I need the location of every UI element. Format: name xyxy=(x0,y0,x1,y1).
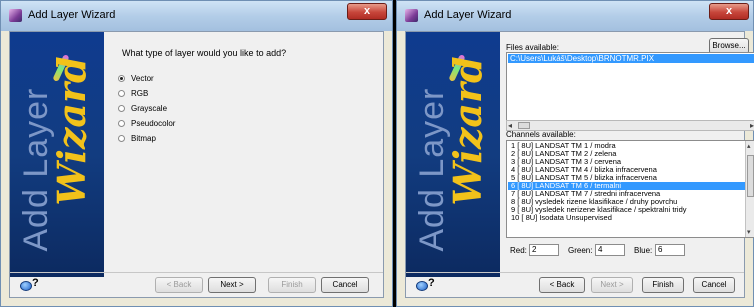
channel-item[interactable]: 10 [ 8U] Isodata Unsupervised xyxy=(508,214,745,222)
channel-item[interactable]: 5 [ 8U] LANDSAT TM 5 / blizka infracerve… xyxy=(508,174,745,182)
channel-item[interactable]: 2 [ 8U] LANDSAT TM 2 / zelena xyxy=(508,150,745,158)
channel-item-selected[interactable]: 6 [ 8U] LANDSAT TM 6 / termalni xyxy=(508,182,745,190)
radio-button[interactable] xyxy=(118,135,125,142)
dialog-client-area: Add Layer Wizard What type of layer woul… xyxy=(9,31,384,298)
button-bar: ? < Back Next > Finish Cancel xyxy=(406,272,744,297)
radio-label: Bitmap xyxy=(131,134,156,143)
blue-label: Blue: xyxy=(634,246,653,255)
files-listbox[interactable]: C:\Users\Lukáš\Desktop\BRNOTMR.PIX xyxy=(506,52,754,126)
scroll-right-icon[interactable]: ▸ xyxy=(750,121,754,130)
green-label: Green: xyxy=(568,246,593,255)
wizard-side-banner: Add Layer Wizard xyxy=(10,32,104,277)
radio-button[interactable] xyxy=(118,75,125,82)
next-button[interactable]: Next > xyxy=(208,277,256,293)
back-button[interactable]: < Back xyxy=(155,277,203,293)
channels-vertical-scrollbar[interactable]: ▴ ▾ xyxy=(745,141,754,237)
green-input[interactable]: 4 xyxy=(595,244,625,256)
radio-button[interactable] xyxy=(118,120,125,127)
button-bar: ? < Back Next > Finish Cancel xyxy=(10,272,383,297)
channel-item[interactable]: 7 [ 8U] LANDSAT TM 7 / stredni infracerv… xyxy=(508,190,745,198)
wizard-side-banner: Add Layer Wizard xyxy=(406,32,500,277)
app-icon xyxy=(9,9,22,22)
radio-pseudocolor[interactable]: Pseudocolor xyxy=(118,119,175,128)
help-mark: ? xyxy=(32,277,39,289)
files-available-label: Files available: xyxy=(506,43,559,52)
close-button[interactable]: x xyxy=(347,3,387,20)
scroll-up-icon[interactable]: ▴ xyxy=(747,142,751,150)
radio-label: RGB xyxy=(131,89,149,98)
red-input[interactable]: 2 xyxy=(529,244,559,256)
help-mark: ? xyxy=(428,277,435,289)
channel-item[interactable]: 8 [ 8U] vysledek rizene klasifikace / dr… xyxy=(508,198,745,206)
close-button[interactable]: x xyxy=(709,3,749,20)
banner-text: Add Layer Wizard xyxy=(17,56,94,252)
blue-input[interactable]: 6 xyxy=(655,244,685,256)
channels-listbox[interactable]: 1 [ 8U] LANDSAT TM 1 / modra 2 [ 8U] LAN… xyxy=(506,140,754,238)
channel-item[interactable]: 9 [ 8U] vysledek nerizene klasifikace / … xyxy=(508,206,745,214)
radio-label: Vector xyxy=(131,74,154,83)
next-button[interactable]: Next > xyxy=(591,277,633,293)
radio-button[interactable] xyxy=(118,90,125,97)
radio-grayscale[interactable]: Grayscale xyxy=(118,104,167,113)
cancel-button[interactable]: Cancel xyxy=(321,277,369,293)
radio-vector[interactable]: Vector xyxy=(118,74,154,83)
radio-rgb[interactable]: RGB xyxy=(118,89,148,98)
radio-label: Pseudocolor xyxy=(131,119,176,128)
scroll-down-icon[interactable]: ▾ xyxy=(747,228,751,236)
help-ball-icon xyxy=(416,281,428,291)
channel-item[interactable]: 4 [ 8U] LANDSAT TM 4 / blizka infracerve… xyxy=(508,166,745,174)
window-title: Add Layer Wizard xyxy=(28,9,116,21)
help-icon[interactable]: ? xyxy=(416,277,438,293)
window-title: Add Layer Wizard xyxy=(424,9,512,21)
channels-available-label: Channels available: xyxy=(506,130,576,139)
banner-text: Add Layer Wizard xyxy=(413,56,490,252)
add-layer-wizard-dialog-right: Add Layer Wizard x Add Layer Wizard File… xyxy=(396,0,754,307)
radio-bitmap[interactable]: Bitmap xyxy=(118,134,156,143)
back-button[interactable]: < Back xyxy=(539,277,585,293)
channel-item[interactable]: 1 [ 8U] LANDSAT TM 1 / modra xyxy=(508,142,745,150)
scroll-thumb[interactable] xyxy=(747,155,754,197)
add-layer-wizard-dialog-left: Add Layer Wizard x Add Layer Wizard What… xyxy=(0,0,393,307)
scroll-left-icon[interactable]: ◂ xyxy=(508,121,512,130)
red-label: Red: xyxy=(510,246,527,255)
app-icon xyxy=(405,9,418,22)
help-ball-icon xyxy=(20,281,32,291)
finish-button[interactable]: Finish xyxy=(642,277,684,293)
title-bar[interactable]: Add Layer Wizard x xyxy=(1,1,392,31)
radio-label: Grayscale xyxy=(131,104,168,113)
help-icon[interactable]: ? xyxy=(20,277,42,293)
title-bar[interactable]: Add Layer Wizard x xyxy=(397,1,753,31)
file-item-selected[interactable]: C:\Users\Lukáš\Desktop\BRNOTMR.PIX xyxy=(508,54,754,63)
scroll-thumb[interactable] xyxy=(518,122,530,129)
dialog-client-area: Add Layer Wizard Files available: Browse… xyxy=(405,31,754,298)
cancel-button[interactable]: Cancel xyxy=(693,277,735,293)
layer-type-question: What type of layer would you like to add… xyxy=(122,48,287,58)
channel-item[interactable]: 3 [ 8U] LANDSAT TM 3 / cervena xyxy=(508,158,745,166)
finish-button[interactable]: Finish xyxy=(268,277,316,293)
radio-button[interactable] xyxy=(118,105,125,112)
